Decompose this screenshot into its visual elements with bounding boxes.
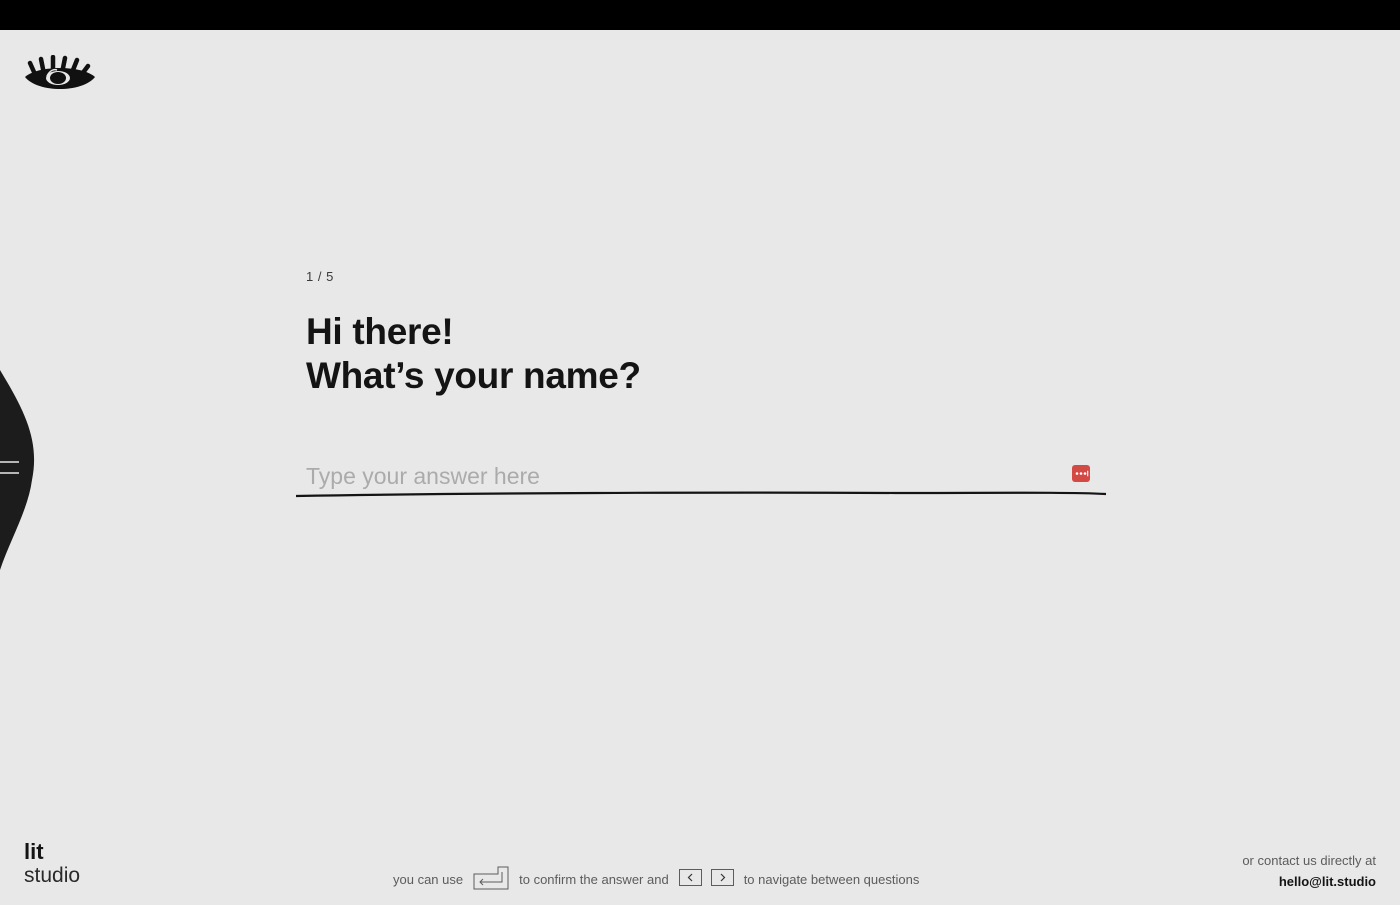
password-manager-icon[interactable] <box>1072 465 1090 482</box>
answer-underline <box>296 491 1106 498</box>
eye-logo-icon[interactable] <box>24 54 96 95</box>
contact-block: or contact us directly at hello@lit.stud… <box>1242 850 1376 892</box>
hint-text-middle: to confirm the answer and <box>519 871 669 887</box>
brand-line-2: studio <box>24 864 81 887</box>
arrow-right-key-icon[interactable] <box>710 869 734 889</box>
question-line-1: Hi there! <box>306 311 454 352</box>
top-bar <box>0 0 1400 30</box>
answer-field-wrapper <box>296 455 1106 501</box>
hint-text-before: you can use <box>393 871 464 887</box>
question-heading: Hi there! What’s your name? <box>306 310 641 398</box>
brand-line-1: lit <box>24 839 44 864</box>
enter-key-icon <box>473 866 509 893</box>
keyboard-hint: you can use to confirm the answer and to… <box>393 866 919 892</box>
arrow-left-key-icon[interactable] <box>678 869 702 889</box>
contact-label: or contact us directly at <box>1242 853 1376 868</box>
question-line-2: What’s your name? <box>306 355 641 396</box>
page: 1 / 5 Hi there! What’s your name? lit st… <box>0 0 1400 905</box>
contact-email-link[interactable]: hello@lit.studio <box>1242 871 1376 892</box>
brand-wordmark: lit studio <box>24 840 80 888</box>
side-menu-tab[interactable] <box>0 370 40 570</box>
hint-text-after: to navigate between questions <box>743 871 920 887</box>
question-counter: 1 / 5 <box>306 269 334 284</box>
